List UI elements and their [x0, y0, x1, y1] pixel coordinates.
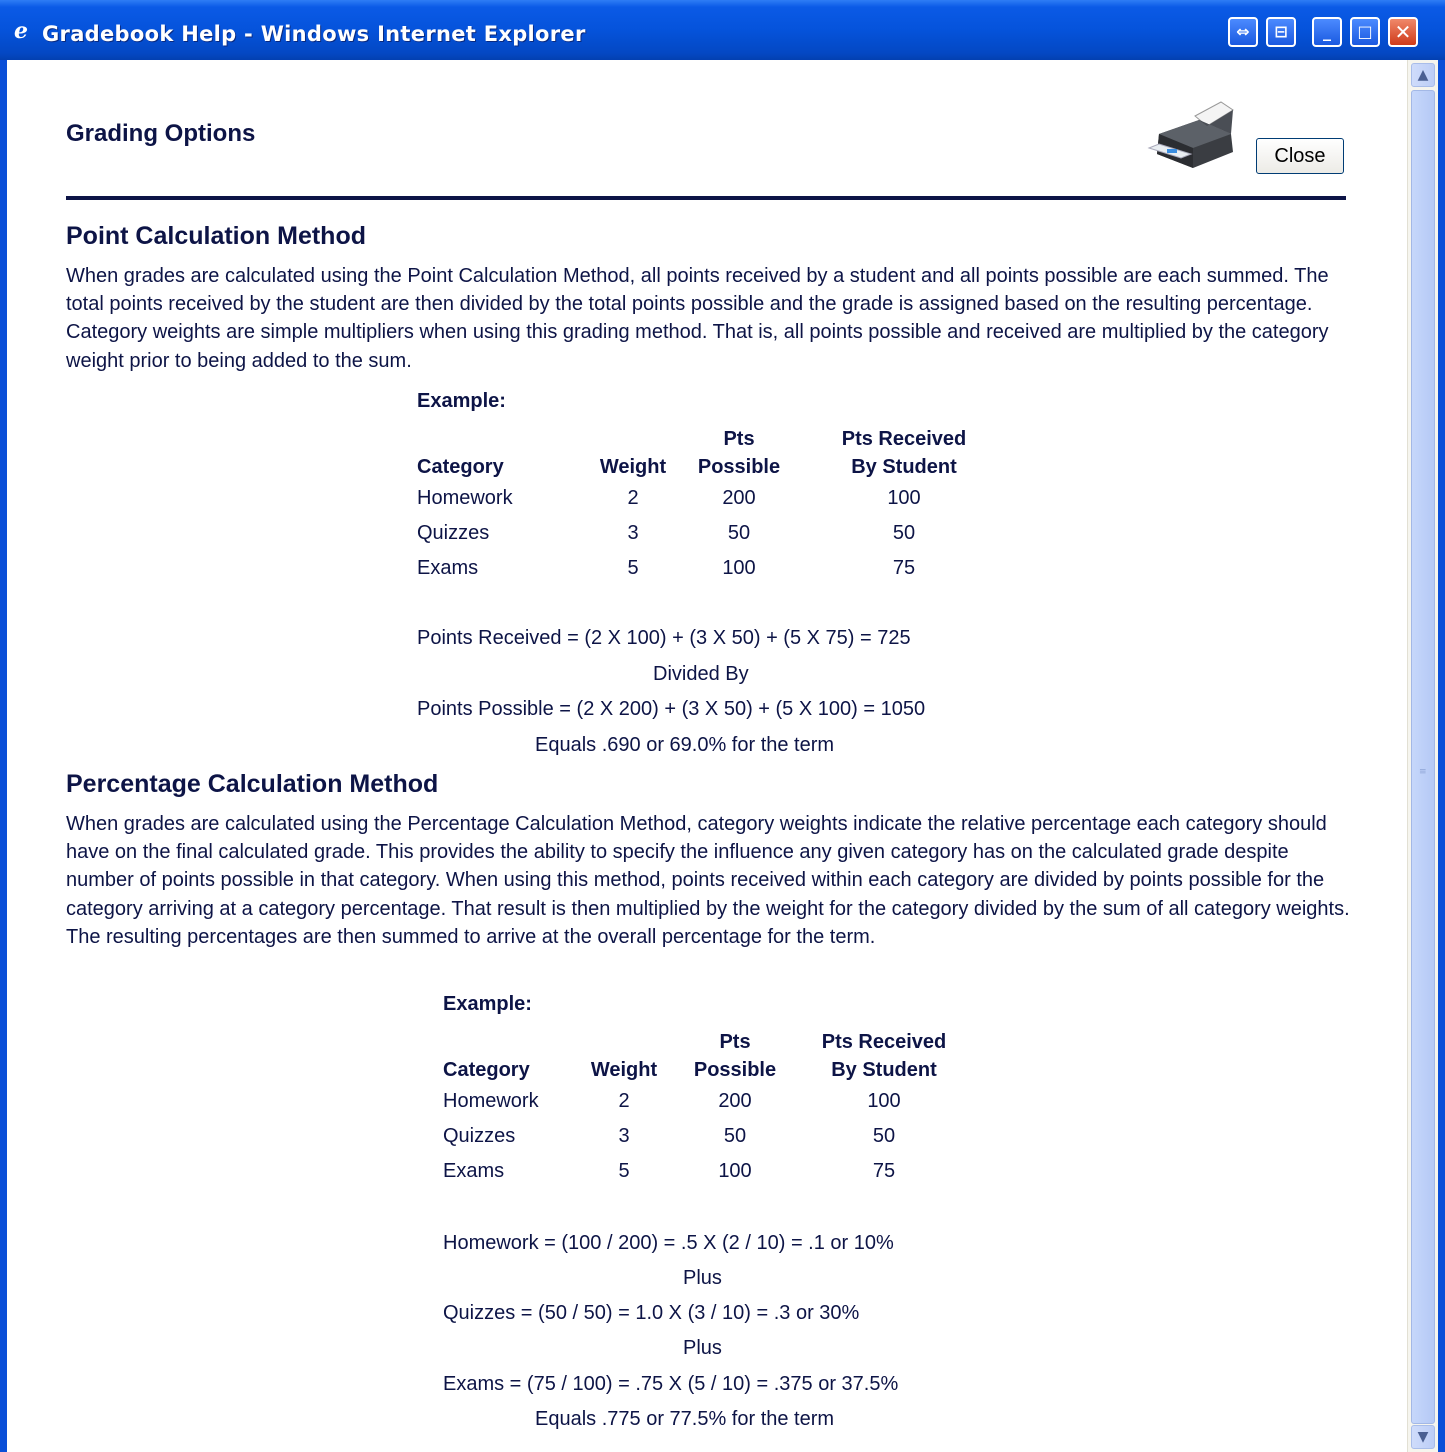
- maximize-button[interactable]: □: [1350, 17, 1380, 47]
- minimize-button[interactable]: _: [1312, 17, 1342, 47]
- table-cell: Quizzes: [443, 1125, 516, 1147]
- table-row: Exams 5 100 75: [417, 551, 1019, 586]
- column-header: Pts Received By Student: [841, 428, 967, 478]
- calc-line: Points Received = (2 X 100) + (3 X 50) +…: [417, 627, 911, 649]
- close-button[interactable]: Close: [1256, 138, 1344, 174]
- table-row: Quizzes 3 50 50: [443, 1119, 963, 1154]
- scroll-up-icon[interactable]: ▲: [1411, 63, 1435, 87]
- calc-line: Exams = (75 / 100) = .75 X (5 / 10) = .3…: [443, 1373, 899, 1395]
- scroll-down-icon[interactable]: ▼: [1411, 1425, 1435, 1449]
- column-header: Category: [417, 456, 504, 478]
- column-header: Category: [443, 1059, 530, 1081]
- window-title: Gradebook Help - Windows Internet Explor…: [42, 22, 586, 46]
- percentage-method-heading: Percentage Calculation Method: [66, 770, 439, 798]
- printer-icon[interactable]: [1147, 100, 1239, 172]
- table-row: Homework 2 200 100: [417, 481, 1019, 516]
- calc-result: Equals .690 or 69.0% for the term: [535, 734, 835, 756]
- percentage-example-table: Category Weight Pts Possible Pts Receive…: [443, 1028, 963, 1189]
- table-row: Quizzes 3 50 50: [417, 516, 1019, 551]
- table-cell: Homework: [417, 487, 513, 509]
- calc-line: Plus: [683, 1267, 722, 1289]
- title-bar[interactable]: e Gradebook Help - Windows Internet Expl…: [0, 0, 1445, 60]
- column-header: Pts Possible: [693, 1031, 777, 1081]
- table-cell: Quizzes: [417, 522, 490, 544]
- point-example: Example: Category Weight Pts Possible Pt…: [417, 390, 1019, 586]
- table-cell: Exams: [417, 557, 479, 579]
- table-cell: 3: [627, 522, 639, 544]
- table-cell: 200: [722, 487, 756, 509]
- table-row: Exams 5 100 75: [443, 1154, 963, 1189]
- restore-icon[interactable]: ⇔: [1228, 17, 1258, 47]
- column-header: Pts Possible: [697, 428, 781, 478]
- table-cell: Homework: [443, 1090, 539, 1112]
- table-cell: 75: [872, 1160, 896, 1182]
- table-cell: 100: [887, 487, 921, 509]
- table-cell: 100: [718, 1160, 752, 1182]
- page-viewport: Grading Options Close Point Calculation …: [7, 60, 1438, 1452]
- table-cell: 50: [723, 1125, 747, 1147]
- calc-line: Homework = (100 / 200) = .5 X (2 / 10) =…: [443, 1232, 894, 1254]
- column-header: Weight: [599, 456, 667, 478]
- point-example-table: Category Weight Pts Possible Pts Receive…: [417, 425, 1019, 586]
- example-label: Example:: [443, 993, 532, 1015]
- example-label: Example:: [417, 390, 506, 412]
- table-cell: 2: [627, 487, 639, 509]
- calc-line: Points Possible = (2 X 200) + (3 X 50) +…: [417, 698, 926, 720]
- calc-line: Plus: [683, 1337, 722, 1359]
- calc-line: Divided By: [653, 663, 749, 685]
- table-cell: Exams: [443, 1160, 505, 1182]
- calc-result: Equals .775 or 77.5% for the term: [535, 1408, 835, 1430]
- table-cell: 75: [892, 557, 916, 579]
- close-window-button[interactable]: ✕: [1388, 17, 1418, 47]
- table-cell: 2: [618, 1090, 630, 1112]
- header-divider: [66, 196, 1346, 200]
- table-row: Homework 2 200 100: [443, 1084, 963, 1119]
- table-cell: 100: [722, 557, 756, 579]
- table-cell: 200: [718, 1090, 752, 1112]
- calc-line: Quizzes = (50 / 50) = 1.0 X (3 / 10) = .…: [443, 1302, 860, 1324]
- column-header: Pts Received By Student: [821, 1031, 947, 1081]
- table-cell: 5: [627, 557, 639, 579]
- table-cell: 50: [872, 1125, 896, 1147]
- table-header-row: Category Weight Pts Possible Pts Receive…: [443, 1028, 963, 1084]
- percentage-example: Example: Category Weight Pts Possible Pt…: [443, 993, 963, 1189]
- percentage-method-description: When grades are calculated using the Per…: [66, 813, 1350, 948]
- table-cell: 50: [892, 522, 916, 544]
- vertical-scrollbar[interactable]: ▲ ≡ ▼: [1407, 60, 1438, 1452]
- table-cell: 50: [727, 522, 751, 544]
- column-header: Weight: [590, 1059, 658, 1081]
- page-title: Grading Options: [66, 120, 256, 147]
- table-header-row: Category Weight Pts Possible Pts Receive…: [417, 425, 1019, 481]
- ie-icon: e: [14, 18, 28, 44]
- scroll-thumb[interactable]: ≡: [1411, 90, 1435, 1424]
- table-cell: 100: [867, 1090, 901, 1112]
- page-content: Grading Options Close Point Calculation …: [7, 60, 1407, 1452]
- point-method-heading: Point Calculation Method: [66, 222, 366, 250]
- tiles-icon[interactable]: ⊟: [1266, 17, 1296, 47]
- browser-window: e Gradebook Help - Windows Internet Expl…: [0, 0, 1445, 1452]
- table-cell: 5: [618, 1160, 630, 1182]
- table-cell: 3: [618, 1125, 630, 1147]
- point-method-description: When grades are calculated using the Poi…: [66, 265, 1329, 372]
- grip-icon: ≡: [1419, 767, 1427, 777]
